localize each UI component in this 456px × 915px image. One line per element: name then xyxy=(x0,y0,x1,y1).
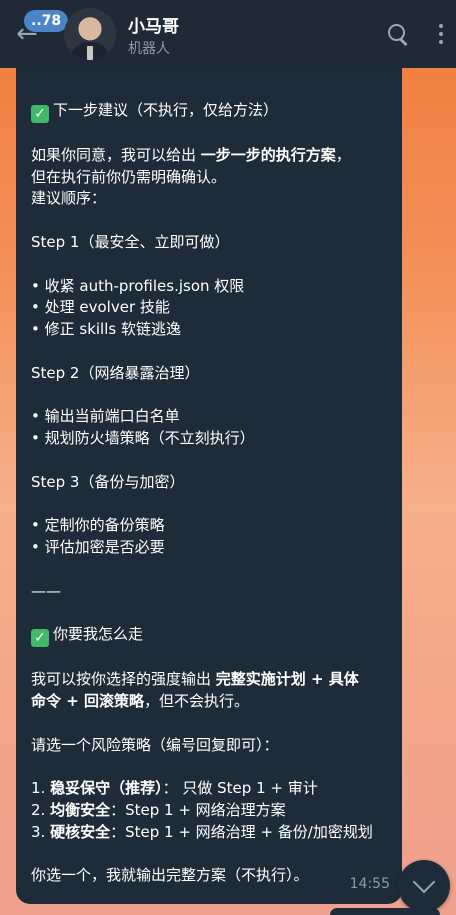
more-options-icon[interactable] xyxy=(432,22,448,46)
check-mark-icon: ✓ xyxy=(31,629,49,648)
next-message-edge xyxy=(330,908,440,915)
unread-badge: ..78 xyxy=(24,10,69,32)
message-timestamp: 14:55 xyxy=(349,876,390,892)
message-bubble[interactable]: ✓ 下一步建议（不执行，仅给方法） 如果你同意，我可以给出 一步一步的执行方案， … xyxy=(16,68,402,904)
unread-count: 78 xyxy=(41,13,62,29)
chat-subtitle: 机器人 xyxy=(128,41,170,57)
chat-title[interactable]: 小马哥 xyxy=(128,12,179,37)
chat-header: ← ..78 小马哥 机器人 xyxy=(0,0,456,68)
scroll-to-bottom-button[interactable] xyxy=(398,860,450,912)
chevron-down-icon xyxy=(412,870,436,894)
message-text: ✓ 下一步建议（不执行，仅给方法） 如果你同意，我可以给出 一步一步的执行方案， … xyxy=(31,101,373,885)
check-mark-icon: ✓ xyxy=(31,105,49,123)
avatar[interactable] xyxy=(64,8,116,60)
search-icon[interactable] xyxy=(386,22,410,46)
